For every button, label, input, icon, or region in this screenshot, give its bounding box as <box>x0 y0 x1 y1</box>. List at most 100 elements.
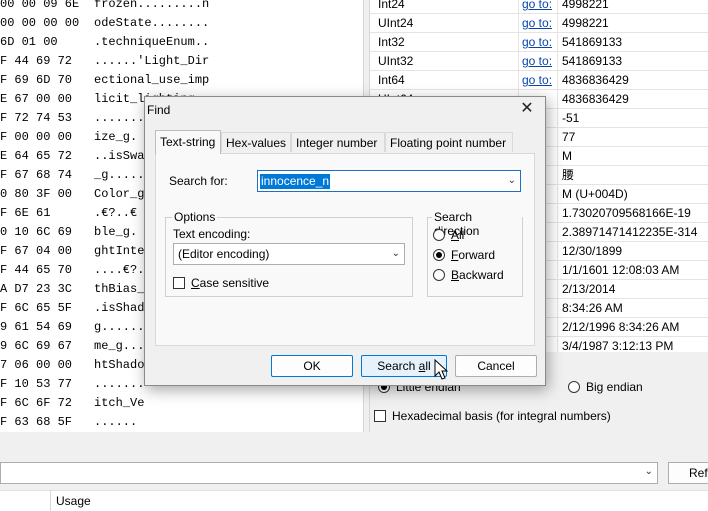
text-encoding-select[interactable]: (Editor encoding) ⌄ <box>173 243 405 265</box>
results-header: Usage <box>0 490 708 511</box>
inspector-type-cell: Int24 <box>378 0 405 11</box>
hex-byte-row[interactable]: 9 6C 69 67 <box>0 337 90 356</box>
inspector-row: Int64 go to: 4836836429 <box>370 71 708 90</box>
inspector-value-cell: 4836836429 <box>562 73 629 87</box>
tab-text-string[interactable]: Text-string <box>155 130 221 154</box>
direction-backward-label: Backward <box>451 268 504 282</box>
direction-backward-radio[interactable]: Backward <box>433 268 504 282</box>
inspector-value-cell: 4998221 <box>562 0 609 11</box>
go-to-link[interactable]: go to: <box>522 14 554 32</box>
hex-byte-row[interactable]: E 64 65 72 <box>0 147 90 166</box>
inspector-value-cell: 8:34:26 AM <box>562 301 623 315</box>
hex-text-row[interactable]: ......'Light_Dir <box>94 52 363 71</box>
hex-byte-row[interactable]: F 6C 65 5F <box>0 299 90 318</box>
hex-text-row[interactable]: itch_Ve <box>94 394 363 413</box>
radio-indicator <box>568 381 580 393</box>
inspector-value-cell: 2.38971471412235E-314 <box>562 225 698 239</box>
checkbox-box <box>173 277 185 289</box>
inspector-row: Int32 go to: 541869133 <box>370 33 708 52</box>
case-sensitive-checkbox[interactable]: Case sensitive <box>173 276 269 290</box>
mouse-pointer-icon <box>434 359 448 380</box>
hex-byte-row[interactable]: 00 00 00 00 <box>0 14 90 33</box>
inspector-value-cell: 4998221 <box>562 16 609 30</box>
direction-all-label: All <box>451 228 465 242</box>
hex-byte-row[interactable]: F 69 6D 70 <box>0 71 90 90</box>
hex-byte-column[interactable]: 00 00 09 6E 00 00 00 00 6D 01 00 F 44 69 72… <box>0 0 90 430</box>
go-to-link[interactable]: go to: <box>522 71 554 89</box>
search-text-value: innocence_n <box>260 174 331 189</box>
direction-forward-radio[interactable]: Forward <box>433 248 495 262</box>
hex-byte-row[interactable]: F 67 68 74 <box>0 166 90 185</box>
inspector-type-cell: Int64 <box>378 73 405 87</box>
tab-hex-values[interactable]: Hex-values <box>221 132 291 152</box>
inspector-value-cell: 4836836429 <box>562 92 629 106</box>
big-endian-radio[interactable]: Big endian <box>568 380 643 394</box>
inspector-value-cell: 1.73020709568166E-19 <box>562 206 691 220</box>
hex-byte-row[interactable]: F 10 53 77 <box>0 375 90 394</box>
hex-text-row[interactable]: frozen.........n <box>94 0 363 14</box>
inspector-value-cell: 1/1/1601 12:08:03 AM <box>562 263 680 277</box>
inspector-value-cell: 541869133 <box>562 54 623 68</box>
hex-byte-row[interactable]: F 44 69 72 <box>0 52 90 71</box>
search-combo-box[interactable]: ⌄ <box>0 462 658 484</box>
chevron-down-icon[interactable]: ⌄ <box>392 248 400 259</box>
hex-byte-row[interactable]: 6D 01 00 <box>0 33 90 52</box>
inspector-value-cell: 2/13/2014 <box>562 282 616 296</box>
hex-byte-row[interactable]: F 44 65 70 <box>0 261 90 280</box>
text-encoding-value: (Editor encoding) <box>178 247 270 261</box>
find-dialog: Find ✕ Text-string Hex-values Integer nu… <box>144 96 546 386</box>
column-separator[interactable] <box>50 491 51 511</box>
hex-byte-row[interactable]: F 00 00 00 <box>0 128 90 147</box>
hex-text-row[interactable]: ...... <box>94 413 363 430</box>
hex-byte-row[interactable]: F 67 04 00 <box>0 242 90 261</box>
hex-byte-row[interactable]: A D7 23 3C <box>0 280 90 299</box>
big-endian-label: Big endian <box>586 380 643 394</box>
inspector-type-cell: UInt24 <box>378 16 414 30</box>
options-group-title: Options <box>172 210 218 224</box>
hex-byte-row[interactable]: E 67 00 00 <box>0 90 90 109</box>
hex-byte-row[interactable]: F 72 74 53 <box>0 109 90 128</box>
text-encoding-label: Text encoding: <box>173 227 251 241</box>
go-to-link[interactable]: go to: <box>522 52 554 70</box>
chevron-down-icon[interactable]: ⌄ <box>508 175 516 186</box>
hex-text-row[interactable]: .techniqueEnum.. <box>94 33 363 52</box>
hex-text-row[interactable]: ectional_use_imp <box>94 71 363 90</box>
inspector-value-cell: M <box>562 149 572 163</box>
inspector-type-cell: UInt32 <box>378 54 414 68</box>
hex-byte-row[interactable]: 00 00 09 6E <box>0 0 90 14</box>
inspector-value-cell: 77 <box>562 130 576 144</box>
case-sensitive-label: Case sensitive <box>191 276 270 290</box>
hex-byte-row[interactable]: 9 61 54 69 <box>0 318 90 337</box>
hex-byte-row[interactable]: 0 10 6C 69 <box>0 223 90 242</box>
ref-button[interactable]: Ref <box>668 462 708 484</box>
inspector-value-cell: 腰 <box>562 168 575 182</box>
radio-indicator <box>433 229 445 241</box>
search-for-input[interactable]: innocence_n ⌄ <box>257 170 521 192</box>
inspector-row: UInt24 go to: 4998221 <box>370 14 708 33</box>
ok-button[interactable]: OK <box>271 355 353 377</box>
hex-byte-row[interactable]: 7 06 00 00 <box>0 356 90 375</box>
tab-floating-point-number[interactable]: Floating point number <box>385 132 513 152</box>
hex-basis-label: Hexadecimal basis (for integral numbers) <box>392 409 611 423</box>
direction-forward-label: Forward <box>451 248 496 262</box>
chevron-down-icon[interactable]: ⌄ <box>645 466 653 477</box>
close-icon[interactable]: ✕ <box>517 99 537 119</box>
cancel-button[interactable]: Cancel <box>455 355 537 377</box>
direction-all-radio[interactable]: All <box>433 228 464 242</box>
dialog-title: Find <box>147 103 171 117</box>
hex-byte-row[interactable]: F 6C 6F 72 <box>0 394 90 413</box>
inspector-row: Int24 go to: 4998221 <box>370 0 708 14</box>
radio-indicator <box>433 249 445 261</box>
inspector-type-cell: Int32 <box>378 35 405 49</box>
tab-integer-number[interactable]: Integer number <box>291 132 385 152</box>
hex-byte-row[interactable]: F 6E 61 <box>0 204 90 223</box>
go-to-link[interactable]: go to: <box>522 0 554 13</box>
hex-basis-checkbox[interactable]: Hexadecimal basis (for integral numbers) <box>374 409 611 423</box>
usage-column-header[interactable]: Usage <box>56 494 91 508</box>
hex-byte-row[interactable]: 0 80 3F 00 <box>0 185 90 204</box>
search-for-label: Search for: <box>169 174 228 188</box>
hex-text-row[interactable]: odeState........ <box>94 14 363 33</box>
hex-byte-row[interactable]: F 63 68 5F <box>0 413 90 430</box>
radio-indicator <box>433 269 445 281</box>
go-to-link[interactable]: go to: <box>522 33 554 51</box>
